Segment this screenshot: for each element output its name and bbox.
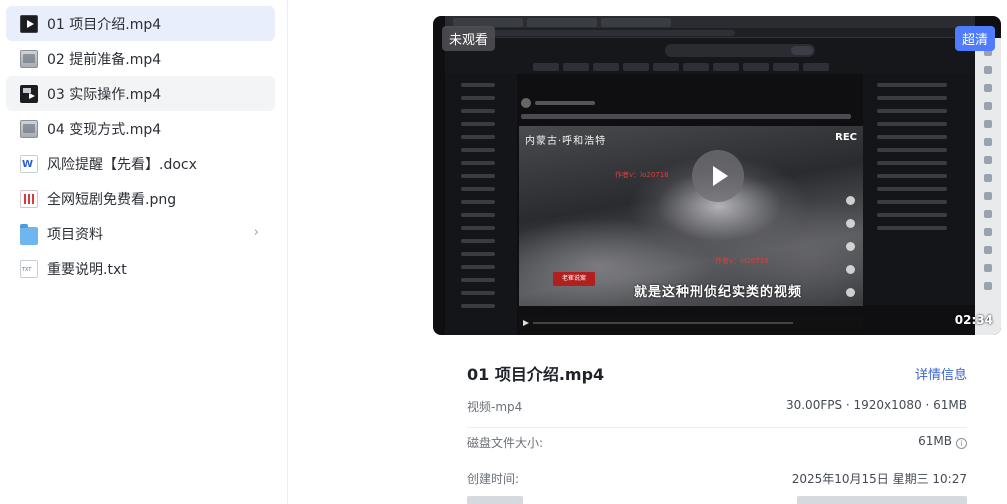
image-file-icon	[20, 189, 38, 208]
info-divider	[467, 427, 967, 428]
thumbnail-url-bar	[445, 28, 975, 38]
thumbnail-tab	[527, 18, 597, 27]
file-type: 视频-mp4	[467, 400, 523, 414]
frame-side-icons	[843, 196, 859, 306]
file-row-1[interactable]: 02 提前准备.mp4	[6, 41, 275, 76]
file-row-4[interactable]: 风险提醒【先看】.docx	[6, 146, 275, 181]
thumbnail-extension-strip	[975, 38, 1001, 335]
file-name: 02 提前准备.mp4	[47, 51, 162, 68]
file-row-3[interactable]: 04 变现方式.mp4	[6, 111, 275, 146]
file-name: 项目资料	[47, 226, 103, 243]
created-value: 2025年10月15日 星期三 10:27	[791, 472, 967, 486]
thumbnail-tab	[601, 18, 671, 27]
file-title: 01 项目介绍.mp4	[467, 365, 605, 384]
detail-info-link[interactable]: 详情信息	[915, 364, 967, 383]
frame-stamp: 老崔说案	[553, 272, 595, 286]
video-frame: 内蒙古·呼和浩特 REC 作者v：lo20718 作者v：lo20718 老崔说…	[519, 126, 863, 306]
unwatched-badge: 未观看	[442, 26, 496, 51]
thumbnail-title-line	[521, 114, 851, 119]
frame-rec-label: REC	[835, 132, 857, 143]
file-row-7[interactable]: 重要说明.txt	[6, 251, 275, 286]
disk-size-label: 磁盘文件大小:	[467, 436, 544, 450]
file-list: 01 项目介绍.mp4 02 提前准备.mp4 03 实际操作.mp4 04 变…	[0, 0, 288, 504]
video-file-icon	[20, 119, 38, 138]
folder-icon	[20, 223, 38, 245]
file-info-panel: 01 项目介绍.mp4 详情信息 视频-mp4 30.00FPS · 1920x…	[467, 355, 967, 497]
file-name: 风险提醒【先看】.docx	[47, 156, 197, 173]
file-name: 全网短剧免费看.png	[47, 191, 177, 208]
file-row-2[interactable]: 03 实际操作.mp4	[6, 76, 275, 111]
file-name: 01 项目介绍.mp4	[47, 16, 162, 33]
text-file-icon	[20, 259, 38, 278]
video-duration: 02:34	[954, 313, 993, 327]
info-row-cut-off	[467, 494, 967, 504]
frame-caption: 内蒙古·呼和浩特	[525, 136, 607, 147]
disk-size-value: 61MB i	[918, 434, 967, 449]
file-name: 03 实际操作.mp4	[47, 86, 162, 103]
info-icon[interactable]: i	[956, 438, 967, 449]
play-icon[interactable]	[692, 150, 744, 202]
thumbnail-side-menu	[445, 74, 517, 335]
frame-watermark: 作者v：lo20718	[615, 171, 669, 179]
frame-watermark: 作者v：lo20718	[715, 257, 769, 265]
thumbnail-author	[521, 98, 611, 108]
chevron-right-icon[interactable]: ›	[254, 225, 259, 240]
quality-badge: 超清	[954, 26, 995, 51]
video-preview[interactable]: 内蒙古·呼和浩特 REC 作者v：lo20718 作者v：lo20718 老崔说…	[433, 16, 1001, 335]
file-row-6[interactable]: 项目资料 ›	[6, 216, 275, 251]
video-file-icon	[20, 84, 38, 103]
created-label: 创建时间:	[467, 472, 520, 486]
thumbnail-related-list	[863, 74, 975, 305]
file-row-0[interactable]: 01 项目介绍.mp4	[6, 6, 275, 41]
file-name: 重要说明.txt	[47, 261, 127, 278]
word-doc-icon	[20, 154, 38, 173]
thumbnail-browser-tabbar	[445, 16, 975, 28]
thumbnail-tag-strip	[533, 56, 863, 71]
video-file-icon	[20, 49, 38, 68]
file-specs: 30.00FPS · 1920x1080 · 61MB	[785, 398, 967, 412]
file-row-5[interactable]: 全网短剧免费看.png	[6, 181, 275, 216]
file-name: 04 变现方式.mp4	[47, 121, 162, 138]
video-file-icon	[20, 14, 38, 33]
frame-subtitle: 就是这种刑侦纪实类的视频	[634, 285, 803, 300]
thumbnail-player-bar	[519, 316, 863, 330]
